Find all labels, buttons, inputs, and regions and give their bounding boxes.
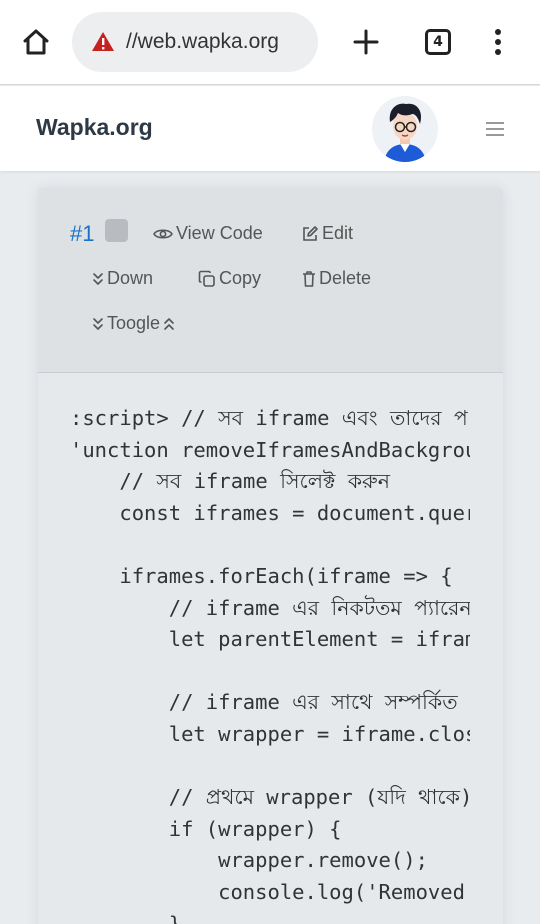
not-secure-warning-icon — [92, 32, 114, 51]
site-menu-button[interactable] — [480, 114, 510, 144]
eye-icon — [153, 228, 173, 239]
code-line: :script> // সব iframe এবং তাদের প — [70, 406, 468, 430]
copy-button[interactable]: Copy — [198, 268, 261, 289]
code-block[interactable]: :script> // সব iframe এবং তাদের প 'unctio… — [70, 403, 470, 924]
home-icon — [23, 29, 49, 55]
code-item-card: #1 View Code Edit Down Copy Delete Toogl… — [38, 188, 503, 924]
url-text: //web.wapka.org — [126, 30, 279, 53]
new-tab-button[interactable] — [346, 22, 386, 62]
code-line: console.log('Removed — [70, 879, 465, 904]
tab-switcher-button[interactable]: 4 — [418, 22, 458, 62]
toogle-button[interactable]: Toogle — [92, 313, 175, 334]
avatar[interactable] — [372, 96, 438, 162]
trash-icon — [303, 270, 315, 287]
avatar-image — [384, 103, 426, 162]
move-down-button[interactable]: Down — [92, 268, 153, 289]
edit-label: Edit — [322, 223, 354, 243]
menu-line — [486, 134, 504, 136]
site-brand[interactable]: Wapka.org — [36, 114, 153, 141]
menu-line — [486, 128, 504, 130]
home-button[interactable] — [16, 22, 56, 62]
double-chevron-up-icon — [164, 317, 174, 330]
code-line: if (wrapper) { — [70, 816, 342, 841]
code-line: let wrapper = iframe.clos — [70, 721, 470, 746]
code-line: // সব iframe সিলেক্ট করুন — [70, 469, 391, 494]
down-label: Down — [107, 268, 154, 288]
code-line: // প্রথমে wrapper (যদি থাকে) — [70, 785, 470, 810]
edit-button[interactable]: Edit — [301, 223, 353, 244]
plus-icon — [353, 29, 379, 55]
double-chevron-down-icon — [93, 272, 103, 285]
code-line: const iframes = document.quer — [70, 500, 470, 525]
view-code-label: View Code — [176, 223, 263, 243]
code-line: } — [70, 911, 182, 924]
browser-toolbar: //web.wapka.org 4 — [0, 0, 540, 85]
site-header: Wapka.org — [0, 86, 540, 171]
card-header: #1 View Code Edit Down Copy Delete Toogl… — [38, 188, 503, 373]
menu-line — [486, 122, 504, 124]
browser-menu-button[interactable] — [478, 22, 518, 62]
more-vert-icon — [495, 29, 501, 55]
delete-label: Delete — [319, 268, 372, 288]
view-code-button[interactable]: View Code — [153, 223, 263, 244]
code-line: iframes.forEach(iframe => { — [70, 563, 453, 588]
code-line: 'unction removeIframesAndBackgrou — [70, 437, 470, 462]
toogle-label: Toogle — [107, 313, 161, 333]
item-number: #1 — [70, 221, 95, 246]
code-line: wrapper.remove(); — [70, 848, 428, 873]
code-line: // iframe এর সাথে সম্পর্কিত — [70, 690, 458, 715]
address-bar[interactable]: //web.wapka.org — [72, 12, 318, 72]
code-line: // iframe এর নিকটতম প্যারেন — [70, 595, 470, 620]
select-checkbox[interactable] — [105, 219, 128, 242]
copy-icon — [198, 270, 215, 287]
code-line: let parentElement = ifram — [70, 627, 470, 652]
tab-count-badge: 4 — [425, 29, 451, 55]
copy-label: Copy — [219, 268, 262, 288]
delete-button[interactable]: Delete — [302, 268, 371, 289]
edit-icon — [303, 225, 318, 241]
double-chevron-down-icon — [93, 317, 103, 330]
